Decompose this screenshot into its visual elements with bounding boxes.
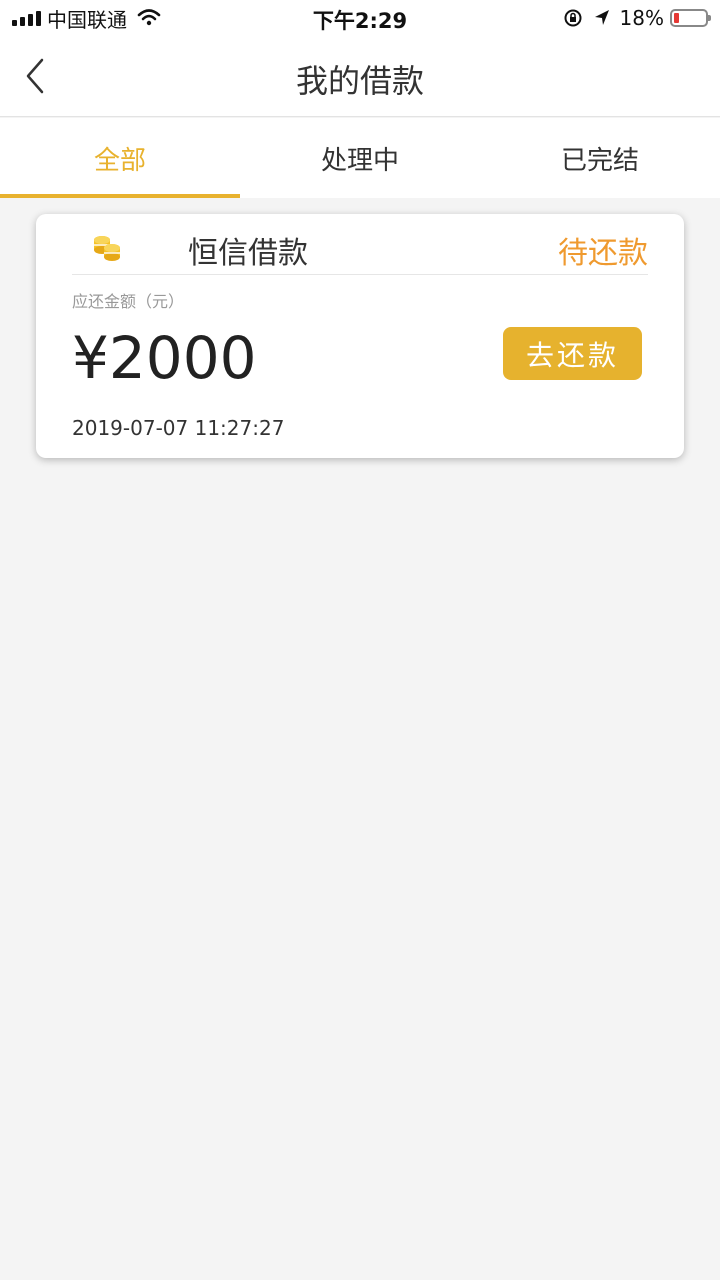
location-arrow-icon: [594, 10, 609, 25]
coins-icon: [94, 236, 120, 261]
tab-label: 全部: [93, 145, 146, 176]
loan-status-badge: 待还款: [558, 236, 648, 271]
loan-date: 2019-07-07 11:27:27: [72, 416, 285, 440]
amount-due: ¥2000: [72, 324, 257, 392]
tab-label: 已完结: [560, 145, 639, 176]
tab-completed[interactable]: 已完结: [480, 118, 720, 198]
loan-card-header: 恒信借款 待还款: [72, 214, 648, 275]
tab-processing[interactable]: 处理中: [240, 118, 480, 198]
page-title: 我的借款: [295, 62, 424, 100]
tab-bar: 全部 处理中 已完结: [0, 118, 720, 198]
nav-bar: 我的借款: [0, 36, 720, 117]
tab-all[interactable]: 全部: [0, 118, 240, 198]
battery-icon: [670, 9, 711, 27]
battery-percent: 18%: [619, 6, 664, 30]
rotation-lock-icon: [564, 9, 582, 27]
loan-card[interactable]: 恒信借款 待还款 应还金额（元） ¥2000 去还款 2019-07-07 11…: [36, 214, 684, 458]
repay-button[interactable]: 去还款: [503, 327, 642, 380]
status-bar: 中国联通 下午2:29 18%: [0, 0, 720, 36]
tab-label: 处理中: [320, 145, 399, 176]
active-tab-indicator: [0, 194, 240, 198]
loan-name: 恒信借款: [188, 236, 308, 271]
amount-label: 应还金额（元）: [72, 292, 185, 311]
